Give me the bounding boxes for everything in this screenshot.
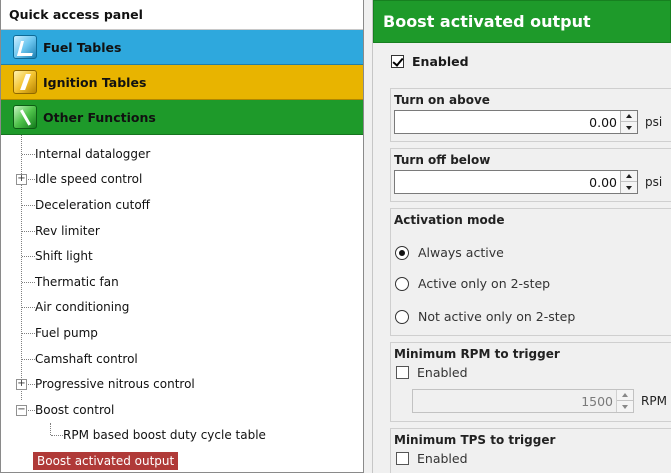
quick-access-panel: Quick access panel Fuel Tables Ignition … (0, 0, 364, 473)
tree-item-label: Internal datalogger (35, 146, 151, 161)
function-tree: Internal datalogger + Idle speed control… (1, 135, 363, 472)
tree-item-rpm-boost-duty-table[interactable]: RPM based boost duty cycle table (1, 422, 363, 449)
tree-item-label: Air conditioning (35, 300, 130, 315)
enabled-label: Enabled (412, 53, 469, 69)
tree-item-shift-light[interactable]: Shift light (1, 243, 363, 269)
settings-panel: Boost activated output Enabled Turn on a… (372, 0, 671, 473)
enabled-checkbox-row[interactable]: Enabled (373, 43, 671, 79)
tree-item-label: Shift light (35, 249, 93, 264)
min-tps-enabled-row[interactable]: Enabled (396, 451, 468, 466)
tree-item-boost-control[interactable]: − Boost control (1, 397, 363, 423)
ignition-tables-icon (13, 70, 37, 94)
expand-icon[interactable]: + (16, 174, 27, 186)
tree-item-label: Deceleration cutoff (35, 197, 150, 212)
unit-label: psi (645, 175, 663, 189)
tree-item-label: Idle speed control (35, 172, 143, 187)
unit-label: psi (645, 115, 663, 129)
tree-item-progressive-nitrous-control[interactable]: + Progressive nitrous control (1, 371, 363, 397)
radio-active-on-2step[interactable]: Active only on 2-step (395, 276, 550, 291)
radio-not-active-on-2step[interactable]: Not active only on 2-step (395, 309, 575, 324)
tree-item-label: Fuel pump (35, 325, 98, 340)
min-tps-enabled-checkbox[interactable] (396, 452, 409, 465)
enabled-checkbox[interactable] (391, 54, 404, 68)
tree-item-label: Boost control (35, 402, 115, 417)
tree-item-label: RPM based boost duty cycle table (63, 428, 266, 443)
group-title: Turn off below (394, 153, 491, 167)
tree-item-boost-activated-output[interactable]: Boost activated output (1, 448, 363, 472)
other-functions-icon (13, 105, 37, 129)
category-label: Ignition Tables (43, 74, 147, 90)
radio-label: Always active (418, 245, 504, 260)
tree-item-label: Thermatic fan (35, 274, 119, 289)
tree-item-fuel-pump[interactable]: Fuel pump (1, 320, 363, 346)
min-rpm-group: Minimum RPM to trigger Enabled 1500 RPM (390, 342, 671, 422)
radio-label: Active only on 2-step (418, 276, 551, 291)
tree-item-idle-speed-control[interactable]: + Idle speed control (1, 167, 363, 193)
spin-value: 0.00 (589, 175, 617, 190)
radio-button[interactable] (395, 309, 409, 324)
turn-off-below-group: Turn off below 0.00 psi (390, 148, 671, 202)
tree-item-camshaft-control[interactable]: Camshaft control (1, 346, 363, 372)
spin-up-icon[interactable] (621, 171, 637, 182)
category-ignition-tables[interactable]: Ignition Tables (1, 65, 363, 100)
tree-item-thermatic-fan[interactable]: Thermatic fan (1, 269, 363, 295)
radio-always-active[interactable]: Always active (395, 245, 504, 260)
spin-up-icon[interactable] (621, 111, 637, 122)
category-fuel-tables[interactable]: Fuel Tables (1, 30, 363, 65)
category-other-functions[interactable]: Other Functions (1, 100, 363, 135)
spin-down-icon[interactable] (621, 182, 637, 193)
category-label: Fuel Tables (43, 39, 122, 55)
quick-access-title: Quick access panel (1, 0, 363, 30)
panel-header: Boost activated output (373, 0, 671, 43)
turn-off-below-input[interactable]: 0.00 (394, 170, 638, 194)
tree-item-air-conditioning[interactable]: Air conditioning (1, 295, 363, 321)
group-title: Minimum RPM to trigger (394, 347, 560, 361)
activation-mode-group: Activation mode Always active Active onl… (390, 208, 671, 336)
group-title: Minimum TPS to trigger (394, 433, 556, 447)
fuel-tables-icon (13, 35, 37, 59)
expand-icon[interactable]: + (16, 379, 27, 391)
category-label: Other Functions (43, 109, 156, 125)
radio-label: Not active only on 2-step (418, 309, 576, 324)
spin-down-icon[interactable] (621, 122, 637, 133)
spin-value: 1500 (581, 394, 613, 409)
checkbox-label: Enabled (417, 365, 468, 380)
min-rpm-input[interactable]: 1500 (412, 389, 634, 413)
turn-on-above-input[interactable]: 0.00 (394, 110, 638, 134)
checkbox-label: Enabled (417, 451, 468, 466)
turn-on-above-group: Turn on above 0.00 psi (390, 88, 671, 142)
unit-label: RPM (641, 394, 667, 408)
min-rpm-enabled-checkbox[interactable] (396, 366, 409, 379)
spin-down-icon[interactable] (617, 401, 633, 412)
tree-item-label: Rev limiter (35, 223, 100, 238)
spin-value: 0.00 (589, 115, 617, 130)
radio-button[interactable] (395, 245, 409, 260)
min-rpm-enabled-row[interactable]: Enabled (396, 365, 468, 380)
group-title: Activation mode (394, 213, 505, 227)
tree-item-internal-datalogger[interactable]: Internal datalogger (1, 141, 363, 167)
tree-item-label: Progressive nitrous control (35, 377, 195, 392)
tree-item-deceleration-cutoff[interactable]: Deceleration cutoff (1, 192, 363, 218)
group-title: Turn on above (394, 93, 490, 107)
radio-button[interactable] (395, 276, 409, 291)
spin-up-icon[interactable] (617, 390, 633, 401)
tree-item-label-selected: Boost activated output (33, 451, 179, 470)
min-tps-group: Minimum TPS to trigger Enabled (390, 428, 671, 473)
tree-item-rev-limiter[interactable]: Rev limiter (1, 218, 363, 244)
collapse-icon[interactable]: − (16, 404, 27, 416)
tree-item-label: Camshaft control (35, 351, 138, 366)
